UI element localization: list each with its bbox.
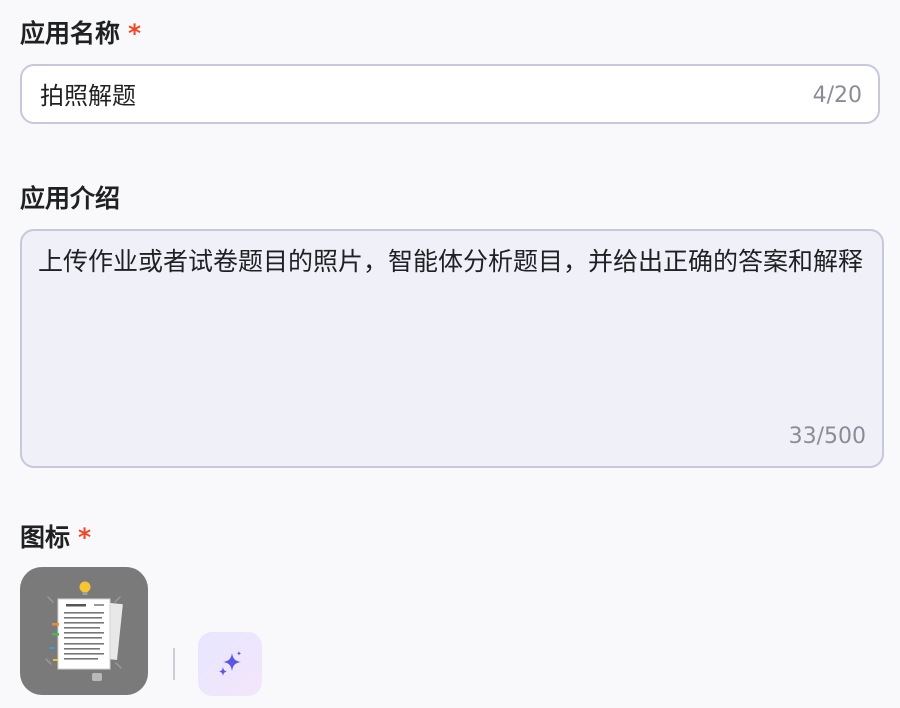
app-name-value: 拍照解题 xyxy=(40,82,136,110)
document-checklist-with-lightbulb-icon xyxy=(45,581,123,681)
app-icon-thumbnail[interactable] xyxy=(20,567,148,695)
sparkles-icon xyxy=(219,651,242,676)
app-description-char-counter: 33/500 xyxy=(788,424,866,449)
app-description-label: 应用介绍 xyxy=(20,182,120,216)
app-settings-form: 应用名称 * 拍照解题 4/20 应用介绍 上传作业或者试卷题目的照片，智能体分析… xyxy=(0,0,900,708)
icon-label-text: 图标 xyxy=(20,523,71,552)
divider xyxy=(173,648,175,680)
app-description-value: 上传作业或者试卷题目的照片，智能体分析题目，并给出正确的答案和解释 xyxy=(38,247,864,276)
required-mark: * xyxy=(78,523,92,552)
app-description-textarea[interactable]: 上传作业或者试卷题目的照片，智能体分析题目，并给出正确的答案和解释 33/500 xyxy=(20,229,884,468)
required-mark: * xyxy=(128,19,142,48)
app-name-input[interactable]: 拍照解题 4/20 xyxy=(20,64,880,124)
app-name-label: 应用名称 * xyxy=(20,17,141,51)
app-description-label-text: 应用介绍 xyxy=(20,184,121,213)
app-name-char-counter: 4/20 xyxy=(812,83,862,108)
icon-label: 图标 * xyxy=(20,521,91,555)
ai-generate-icon-button[interactable] xyxy=(198,632,262,696)
app-name-label-text: 应用名称 xyxy=(20,19,121,48)
